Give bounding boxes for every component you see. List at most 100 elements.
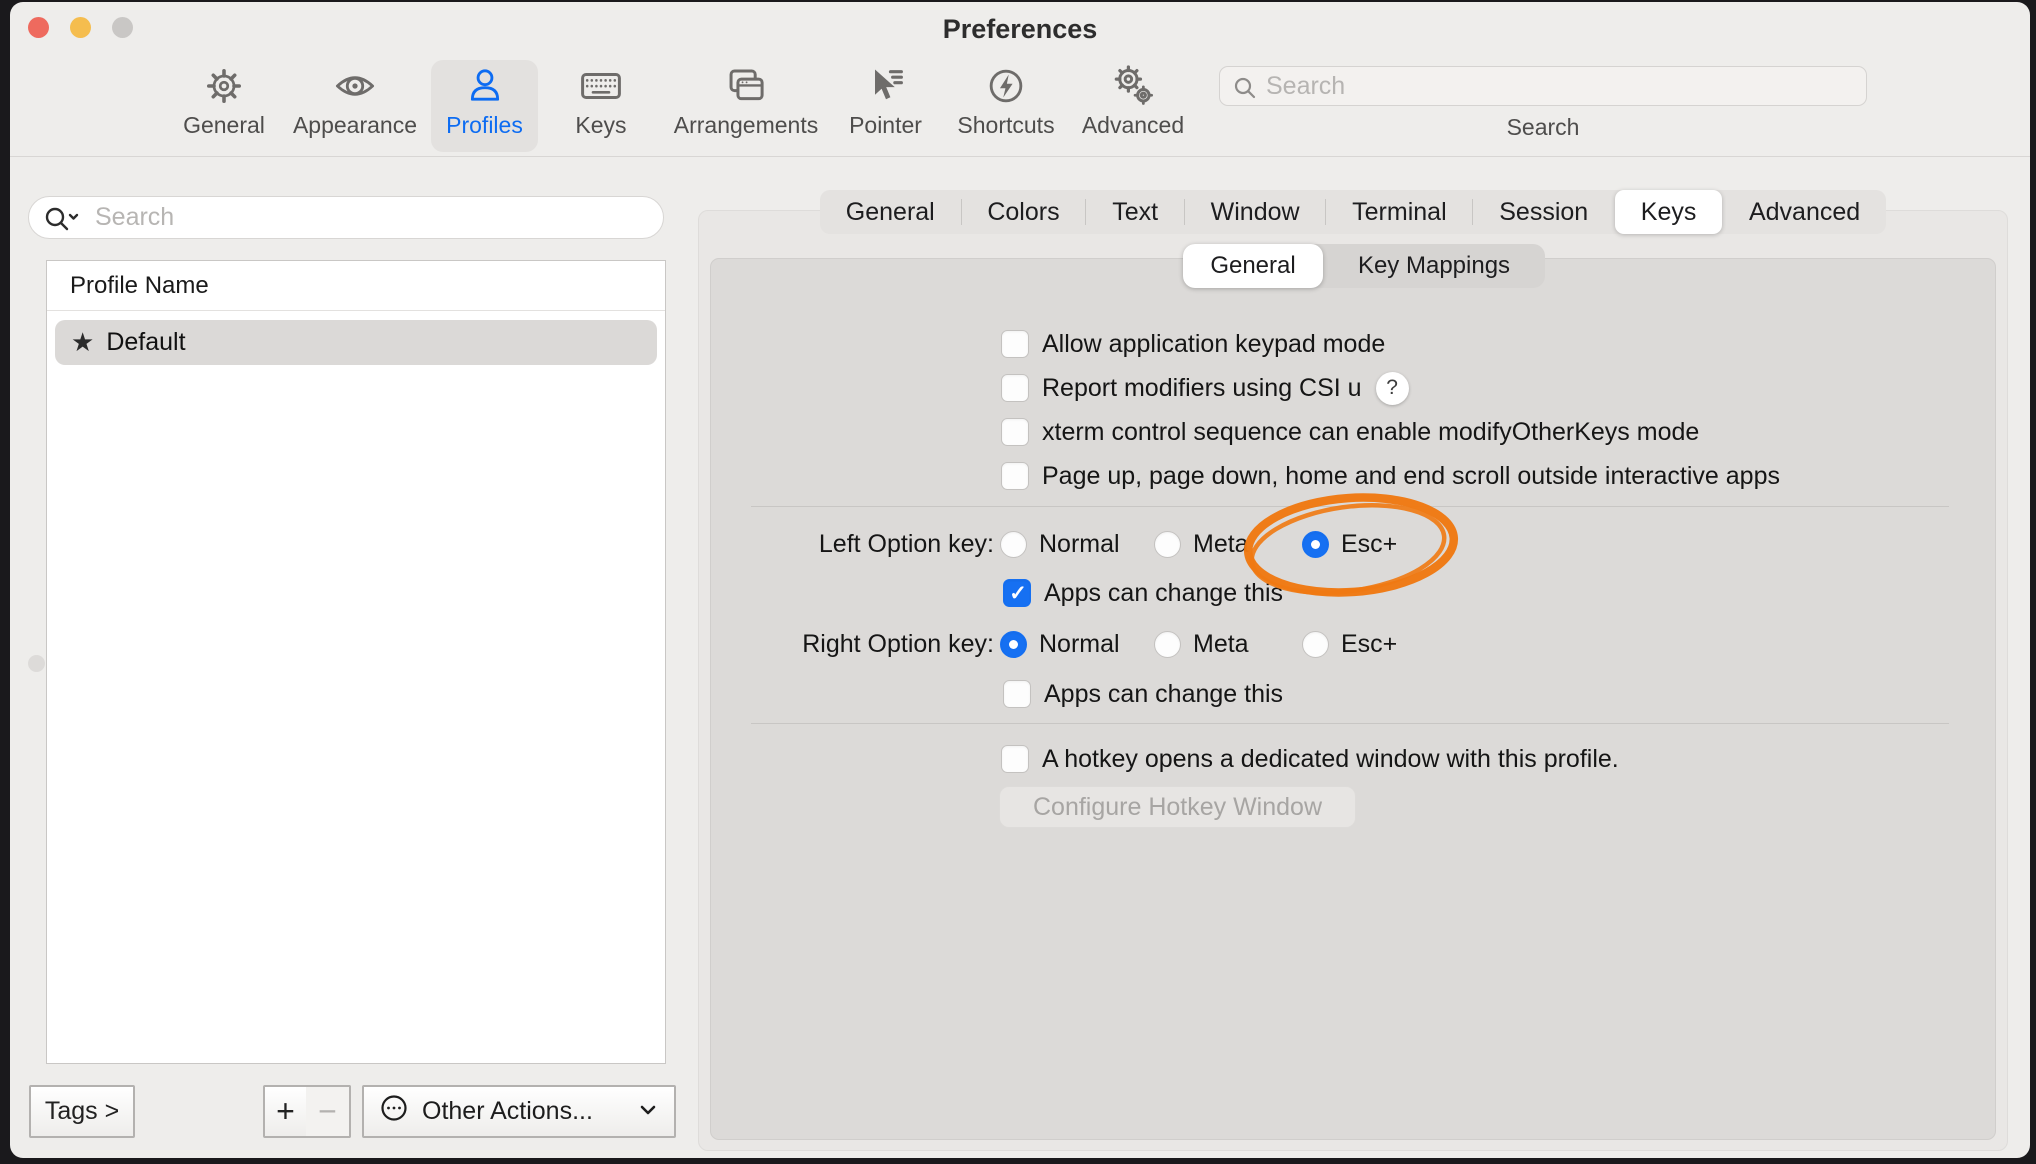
left-option-esc-radio[interactable]: Esc+ [1302, 526, 1397, 562]
eye-icon [333, 60, 377, 112]
radio-label: Meta [1193, 530, 1249, 559]
checkbox-label: xterm control sequence can enable modify… [1042, 418, 1699, 447]
tags-button[interactable]: Tags > [29, 1085, 135, 1138]
checkbox-row-scroll-outside-apps[interactable]: Page up, page down, home and end scroll … [1001, 458, 1780, 494]
gear-icon [203, 60, 245, 112]
bolt-icon [984, 60, 1028, 112]
add-profile-button[interactable]: + [263, 1085, 308, 1138]
checkbox-label: Apps can change this [1044, 579, 1283, 608]
radio-label: Normal [1039, 630, 1120, 659]
remove-profile-button[interactable]: − [306, 1085, 351, 1138]
tab-keys[interactable]: Keys [1615, 190, 1722, 234]
left-option-key-label: Left Option key: [750, 526, 994, 562]
radio-label: Esc+ [1341, 530, 1397, 559]
toolbar-label: Shortcuts [957, 112, 1054, 138]
hotkey-checkbox-row[interactable]: A hotkey opens a dedicated window with t… [1001, 741, 1619, 777]
right-option-esc-radio[interactable]: Esc+ [1302, 626, 1397, 662]
radio-label: Normal [1039, 530, 1120, 559]
toolbar-item-advanced[interactable]: Advanced [1075, 60, 1191, 152]
checkbox-label: Report modifiers using CSI u [1042, 374, 1362, 403]
radio[interactable] [1154, 531, 1181, 558]
toolbar-item-appearance[interactable]: Appearance [288, 60, 422, 152]
gears-icon [1110, 60, 1156, 112]
radio-label: Esc+ [1341, 630, 1397, 659]
person-icon [463, 60, 507, 112]
radio[interactable] [1000, 631, 1027, 658]
right-option-apps-can-change[interactable]: Apps can change this [1003, 676, 1283, 712]
configure-hotkey-window-button[interactable]: Configure Hotkey Window [999, 786, 1356, 828]
search-filter-icon [43, 205, 83, 238]
left-option-apps-can-change[interactable]: Apps can change this [1003, 575, 1283, 611]
toolbar-search-input[interactable] [1266, 67, 1856, 105]
checkbox[interactable] [1001, 330, 1029, 358]
splitter-handle[interactable] [28, 655, 45, 672]
toolbar-item-keys[interactable]: Keys [566, 60, 636, 152]
right-option-normal-radio[interactable]: Normal [1000, 626, 1120, 662]
profile-name: Default [106, 328, 185, 357]
right-option-key-label: Right Option key: [750, 626, 994, 662]
windows-icon [723, 60, 769, 112]
tab-colors[interactable]: Colors [962, 190, 1086, 234]
toolbar-item-shortcuts[interactable]: Shortcuts [946, 60, 1066, 152]
star-icon: ★ [71, 320, 94, 365]
tab-text[interactable]: Text [1086, 190, 1183, 234]
radio[interactable] [1154, 631, 1181, 658]
checkbox[interactable] [1001, 462, 1029, 490]
help-button[interactable]: ? [1376, 372, 1409, 405]
checkbox-label: Allow application keypad mode [1042, 330, 1385, 359]
configure-hotkey-label: Configure Hotkey Window [1033, 793, 1322, 822]
subtab-general[interactable]: General [1183, 244, 1323, 288]
profile-row-default[interactable]: ★ Default [55, 320, 657, 365]
tab-advanced[interactable]: Advanced [1723, 190, 1886, 234]
checkbox[interactable] [1001, 418, 1029, 446]
tags-button-label: Tags > [45, 1097, 119, 1126]
checkbox[interactable] [1001, 745, 1029, 773]
toolbar-item-profiles[interactable]: Profiles [431, 60, 538, 152]
toolbar-label: Keys [575, 112, 626, 138]
radio[interactable] [1000, 531, 1027, 558]
toolbar-label: Profiles [446, 112, 523, 138]
profile-search-input[interactable] [95, 198, 645, 237]
subtab-key-mappings[interactable]: Key Mappings [1323, 244, 1545, 288]
radio-label: Meta [1193, 630, 1249, 659]
search-icon [1232, 75, 1258, 106]
tab-terminal[interactable]: Terminal [1326, 190, 1472, 234]
toolbar-item-arrangements[interactable]: Arrangements [666, 60, 826, 152]
tab-window[interactable]: Window [1185, 190, 1326, 234]
toolbar-label: Pointer [849, 112, 922, 138]
divider [751, 506, 1949, 507]
checkbox[interactable] [1001, 374, 1029, 402]
checkbox-label: A hotkey opens a dedicated window with t… [1042, 745, 1619, 774]
checkbox[interactable] [1003, 680, 1031, 708]
preferences-window: Preferences General [10, 2, 2030, 1158]
keyboard-icon [578, 60, 624, 112]
checkbox-row-keypad-mode[interactable]: Allow application keypad mode [1001, 326, 1385, 362]
radio[interactable] [1302, 631, 1329, 658]
window-title: Preferences [10, 14, 2030, 45]
left-option-normal-radio[interactable]: Normal [1000, 526, 1120, 562]
toolbar-item-pointer[interactable]: Pointer [838, 60, 933, 152]
profile-tab-bar: General Colors Text Window Terminal Sess… [820, 190, 1886, 234]
tab-general[interactable]: General [820, 190, 961, 234]
divider [751, 723, 1949, 724]
radio[interactable] [1302, 531, 1329, 558]
tab-session[interactable]: Session [1473, 190, 1614, 234]
profile-list-header: Profile Name [47, 261, 665, 311]
keys-subtab-bar: General Key Mappings [1183, 244, 1545, 288]
toolbar-item-general[interactable]: General [176, 60, 272, 152]
other-actions-label: Other Actions... [422, 1097, 593, 1126]
profile-search-field[interactable] [28, 196, 664, 239]
left-option-meta-radio[interactable]: Meta [1154, 526, 1249, 562]
checkbox-row-modify-other-keys[interactable]: xterm control sequence can enable modify… [1001, 414, 1699, 450]
other-actions-dropdown[interactable]: Other Actions... [362, 1085, 676, 1138]
toolbar-label: Appearance [293, 112, 417, 138]
checkbox-row-csi-u[interactable]: Report modifiers using CSI u ? [1001, 370, 1409, 406]
toolbar-search-field[interactable] [1219, 66, 1867, 106]
preferences-toolbar: General Appearance Profiles [10, 54, 2030, 157]
right-option-meta-radio[interactable]: Meta [1154, 626, 1249, 662]
checkbox-label: Apps can change this [1044, 680, 1283, 709]
toolbar-search-label: Search [1219, 114, 1867, 141]
minus-icon: − [318, 1093, 337, 1130]
checkbox[interactable] [1003, 579, 1031, 607]
cursor-icon [864, 60, 908, 112]
